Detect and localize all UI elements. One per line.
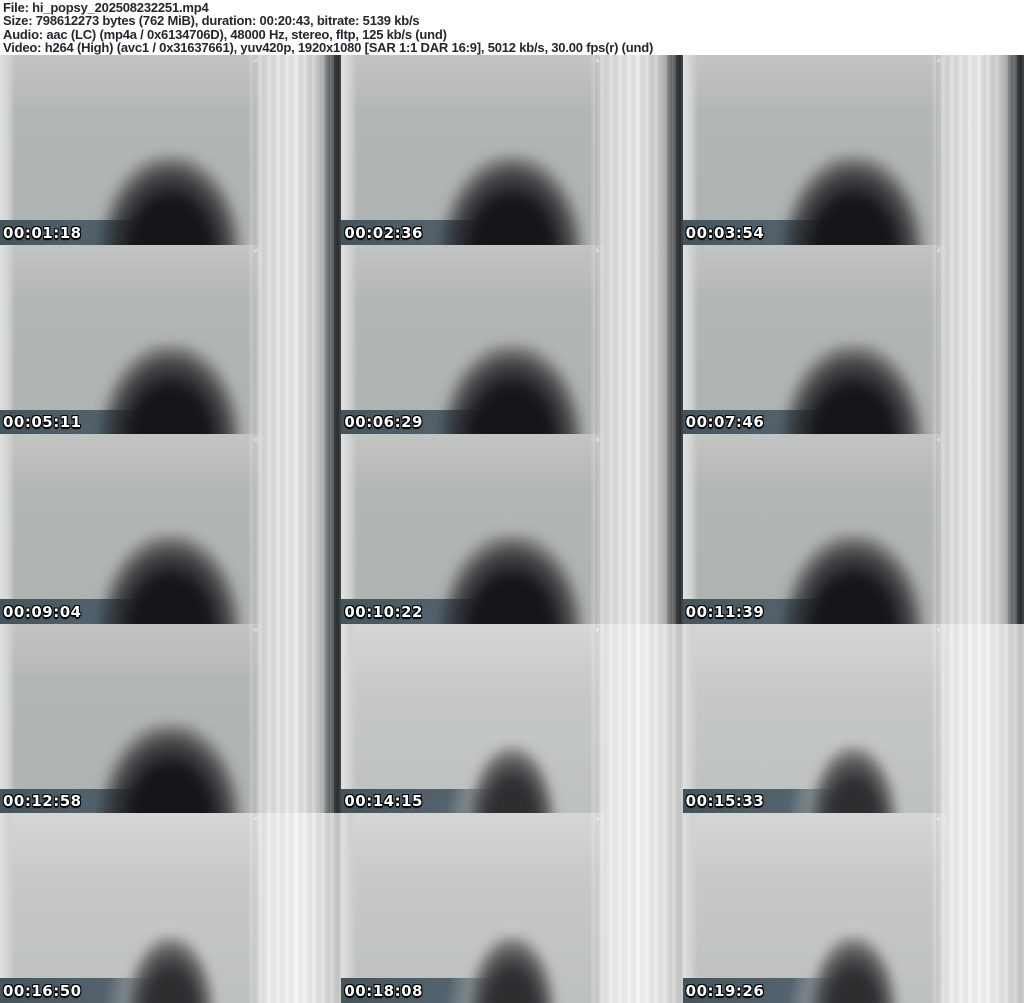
curtain-right bbox=[249, 55, 342, 245]
curtain-left bbox=[682, 623, 699, 814]
curtain-right bbox=[590, 434, 683, 624]
curtain-right bbox=[590, 813, 683, 1003]
subject-silhouette bbox=[98, 153, 243, 245]
timestamp-overlay: 00:18:08 bbox=[344, 981, 423, 1000]
timestamp-overlay: 00:03:54 bbox=[685, 223, 765, 242]
subject-silhouette bbox=[126, 934, 216, 1003]
video-thumbnail: 00:10:22 bbox=[341, 434, 683, 624]
subject-silhouette bbox=[781, 532, 926, 624]
timestamp-overlay: 00:10:22 bbox=[344, 602, 423, 621]
curtain-left bbox=[0, 434, 16, 624]
subject-silhouette bbox=[808, 934, 898, 1003]
subject-silhouette bbox=[440, 153, 584, 245]
subject-silhouette bbox=[440, 532, 584, 624]
curtain-right bbox=[249, 813, 342, 1003]
curtain-left bbox=[341, 244, 357, 435]
video-thumbnail: 00:05:11 bbox=[0, 244, 342, 435]
subject-silhouette bbox=[808, 745, 898, 814]
video-thumbnail: 00:06:29 bbox=[341, 244, 683, 435]
curtain-left bbox=[341, 434, 357, 624]
timestamp-overlay: 00:02:36 bbox=[344, 223, 423, 242]
curtain-left bbox=[682, 813, 699, 1003]
curtain-right bbox=[931, 813, 1024, 1003]
timestamp-overlay: 00:05:11 bbox=[3, 413, 82, 432]
video-thumbnail: 00:16:50 bbox=[0, 813, 342, 1003]
timestamp-overlay: 00:01:18 bbox=[3, 223, 82, 242]
video-thumbnail: 00:09:04 bbox=[0, 434, 342, 624]
curtain-left bbox=[0, 623, 16, 814]
timestamp-overlay: 00:15:33 bbox=[685, 792, 765, 811]
timestamp-overlay: 00:07:46 bbox=[685, 413, 765, 432]
info-line-file: File: hi_popsy_202508232251.mp4 bbox=[3, 0, 209, 15]
info-line-video: Video: h264 (High) (avc1 / 0x31637661), … bbox=[3, 40, 654, 56]
curtain-right bbox=[249, 434, 342, 624]
curtain-left bbox=[0, 244, 16, 435]
contact-sheet: 00:01:18 00:02:36 00:03:54 00:05:11 00:0… bbox=[0, 55, 1024, 1003]
timestamp-overlay: 00:19:26 bbox=[685, 981, 765, 1000]
curtain-left bbox=[682, 244, 699, 435]
curtain-right bbox=[931, 623, 1024, 814]
timestamp-overlay: 00:14:15 bbox=[344, 792, 423, 811]
timestamp-overlay: 00:16:50 bbox=[3, 981, 82, 1000]
curtain-right bbox=[931, 55, 1024, 245]
subject-silhouette bbox=[440, 343, 584, 435]
timestamp-overlay: 00:06:29 bbox=[344, 413, 423, 432]
curtain-right bbox=[249, 244, 342, 435]
curtain-left bbox=[0, 813, 16, 1003]
timestamp-overlay: 00:12:58 bbox=[3, 792, 82, 811]
subject-silhouette bbox=[98, 343, 243, 435]
subject-silhouette bbox=[98, 532, 243, 624]
video-thumbnail: 00:01:18 bbox=[0, 55, 342, 245]
curtain-right bbox=[590, 623, 683, 814]
video-thumbnail: 00:14:15 bbox=[341, 623, 683, 814]
video-thumbnail: 00:15:33 bbox=[682, 623, 1024, 814]
curtain-right bbox=[249, 623, 342, 814]
media-info-header: File: hi_popsy_202508232251.mp4 Size: 79… bbox=[0, 0, 1024, 55]
video-thumbnail: 00:18:08 bbox=[341, 813, 683, 1003]
curtain-right bbox=[931, 434, 1024, 624]
curtain-left bbox=[341, 55, 357, 245]
video-thumbnail: 00:03:54 bbox=[682, 55, 1024, 245]
curtain-right bbox=[590, 244, 683, 435]
curtain-left bbox=[341, 813, 357, 1003]
video-thumbnail: 00:19:26 bbox=[682, 813, 1024, 1003]
subject-silhouette bbox=[98, 722, 243, 814]
curtain-right bbox=[931, 244, 1024, 435]
video-thumbnail: 00:12:58 bbox=[0, 623, 342, 814]
timestamp-overlay: 00:09:04 bbox=[3, 602, 82, 621]
curtain-right bbox=[590, 55, 683, 245]
video-thumbnail: 00:11:39 bbox=[682, 434, 1024, 624]
curtain-left bbox=[682, 55, 699, 245]
curtain-left bbox=[341, 623, 357, 814]
info-line-audio: Audio: aac (LC) (mp4a / 0x6134706D), 480… bbox=[3, 26, 447, 42]
curtain-left bbox=[0, 55, 16, 245]
subject-silhouette bbox=[781, 153, 926, 245]
subject-silhouette bbox=[467, 934, 557, 1003]
video-thumbnail: 00:02:36 bbox=[341, 55, 683, 245]
info-line-size: Size: 798612273 bytes (762 MiB), duratio… bbox=[3, 13, 420, 29]
curtain-left bbox=[682, 434, 699, 624]
subject-silhouette bbox=[467, 745, 557, 814]
subject-silhouette bbox=[781, 343, 926, 435]
timestamp-overlay: 00:11:39 bbox=[685, 602, 765, 621]
video-thumbnail: 00:07:46 bbox=[682, 244, 1024, 435]
